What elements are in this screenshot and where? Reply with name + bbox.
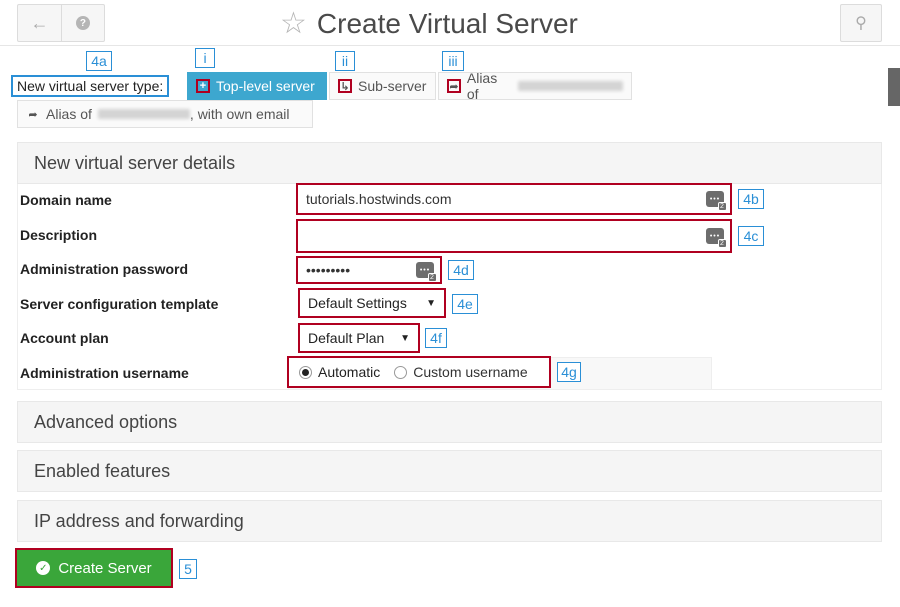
callout-i: i bbox=[195, 48, 215, 68]
enabled-features-section[interactable]: Enabled features bbox=[17, 450, 882, 492]
title-wrap: ☆ Create Virtual Server bbox=[280, 7, 578, 41]
password-highlight: ••••••••• ••• 2 bbox=[296, 256, 442, 284]
share-arrow-icon: ➦ bbox=[28, 108, 38, 121]
create-server-label: Create Server bbox=[58, 559, 152, 577]
callout-4b: 4b bbox=[738, 189, 764, 209]
username-custom-option[interactable]: Custom username bbox=[394, 364, 528, 380]
callout-ii: ii bbox=[335, 51, 355, 71]
type-option-alias-email[interactable]: ➦ Alias of , with own email bbox=[17, 100, 313, 128]
plan-highlight: Default Plan ▼ bbox=[298, 323, 420, 353]
redacted-domain bbox=[518, 81, 623, 91]
template-highlight: Default Settings ▼ bbox=[298, 288, 446, 318]
callout-5: 5 bbox=[179, 559, 197, 579]
description-label: Description bbox=[20, 227, 98, 243]
username-auto-option[interactable]: Automatic bbox=[299, 364, 380, 380]
template-value: Default Settings bbox=[308, 295, 407, 311]
help-icon: ? bbox=[75, 16, 90, 30]
template-label: Server configuration template bbox=[20, 296, 219, 312]
callout-4d: 4d bbox=[448, 260, 474, 280]
help-button[interactable]: ? bbox=[60, 5, 104, 41]
check-circle-icon: ✓ bbox=[36, 561, 51, 575]
type-option-label: Sub-server bbox=[358, 78, 427, 94]
callout-iii: iii bbox=[442, 51, 464, 71]
arrow-left-icon: ← bbox=[30, 12, 49, 33]
caret-down-icon: ▼ bbox=[400, 332, 410, 344]
server-type-label: New virtual server type: bbox=[11, 75, 170, 97]
username-custom-label: Custom username bbox=[413, 364, 528, 380]
create-server-button[interactable]: ✓ Create Server bbox=[15, 548, 173, 588]
callout-4c: 4c bbox=[738, 226, 764, 246]
callout-4g: 4g bbox=[557, 362, 581, 382]
domain-value: tutorials.hostwinds.com bbox=[306, 191, 452, 207]
username-highlight: Automatic Custom username bbox=[287, 356, 551, 388]
type-option-alias[interactable]: ➦ Alias of bbox=[438, 70, 632, 102]
nav-button-group: ← ? bbox=[17, 4, 105, 42]
type-option-sub-server[interactable]: ↳ Sub-server bbox=[329, 72, 436, 100]
back-button[interactable]: ← bbox=[18, 5, 61, 41]
plan-label: Account plan bbox=[20, 330, 109, 346]
type-option-label: Alias of bbox=[466, 70, 498, 102]
callout-4e: 4e bbox=[452, 294, 478, 314]
description-highlight: ••• 2 bbox=[296, 219, 732, 253]
description-input[interactable]: ••• 2 bbox=[298, 221, 730, 251]
domain-input[interactable]: tutorials.hostwinds.com ••• 2 bbox=[298, 185, 730, 213]
password-input[interactable]: ••••••••• ••• 2 bbox=[298, 258, 440, 282]
key-plus-icon: ⚲ bbox=[855, 15, 867, 32]
star-icon[interactable]: ☆ bbox=[280, 9, 307, 39]
radio-custom[interactable] bbox=[394, 365, 408, 379]
plan-value: Default Plan bbox=[308, 330, 385, 346]
advanced-options-section[interactable]: Advanced options bbox=[17, 401, 882, 443]
type-option-label-suffix: , with own email bbox=[189, 106, 290, 122]
caret-down-icon: ▼ bbox=[426, 297, 436, 309]
key-plus-button[interactable]: ⚲ bbox=[840, 4, 882, 42]
share-arrow-icon: ➦ bbox=[447, 79, 461, 93]
radio-auto[interactable] bbox=[299, 365, 312, 379]
side-panel-toggle[interactable] bbox=[888, 68, 900, 106]
domain-highlight: tutorials.hostwinds.com ••• 2 bbox=[296, 183, 732, 215]
username-auto-label: Automatic bbox=[318, 364, 381, 380]
details-section-header[interactable]: New virtual server details bbox=[17, 142, 882, 184]
callout-4a: 4a bbox=[86, 51, 112, 71]
password-label: Administration password bbox=[20, 261, 189, 277]
plus-square-icon: + bbox=[196, 79, 210, 93]
page-title: Create Virtual Server bbox=[316, 8, 578, 39]
type-option-label-prefix: Alias of bbox=[46, 106, 92, 122]
redacted-domain bbox=[97, 109, 190, 119]
plan-select[interactable]: Default Plan ▼ bbox=[300, 325, 418, 351]
password-generator-icon[interactable]: ••• 2 bbox=[706, 228, 727, 248]
sub-arrow-icon: ↳ bbox=[338, 79, 352, 93]
type-option-label: Top-level server bbox=[216, 78, 315, 94]
password-generator-icon[interactable]: ••• 2 bbox=[706, 191, 727, 211]
domain-label: Domain name bbox=[20, 192, 112, 208]
callout-4f: 4f bbox=[425, 328, 447, 348]
type-option-top-level[interactable]: + Top-level server bbox=[187, 72, 327, 100]
password-generator-icon[interactable]: ••• 2 bbox=[416, 262, 437, 282]
template-select[interactable]: Default Settings ▼ bbox=[300, 290, 444, 316]
ip-forwarding-section[interactable]: IP address and forwarding bbox=[17, 500, 882, 542]
password-value: ••••••••• bbox=[306, 262, 351, 278]
username-label: Administration username bbox=[20, 365, 189, 381]
